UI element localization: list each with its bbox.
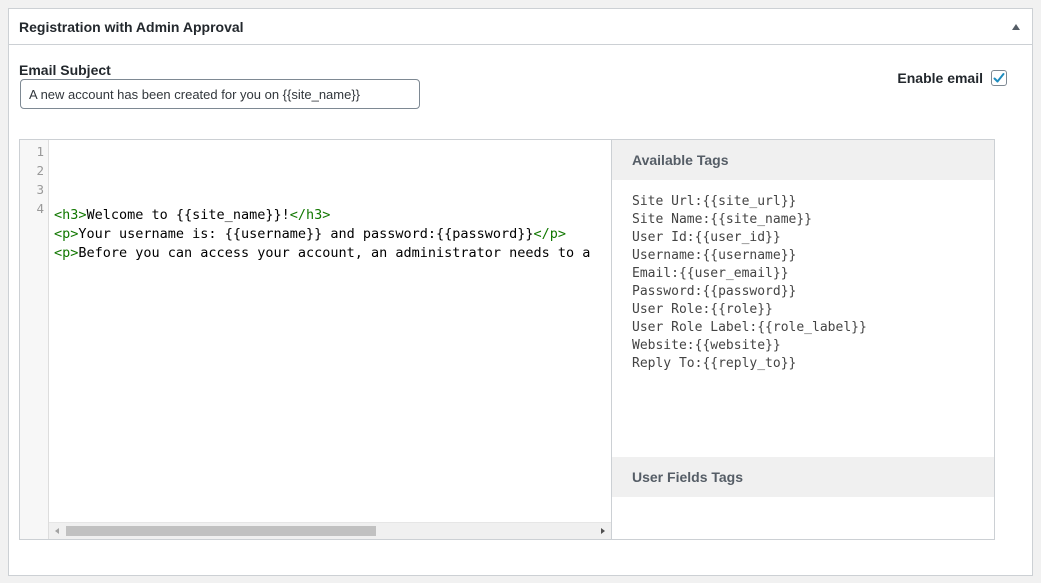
code-line: <h3>Welcome to {{site_name}}!</h3> (54, 206, 611, 225)
code-line: <p>Your username is: {{username}} and pa… (54, 225, 611, 244)
tag-item[interactable]: Username:{{username}} (632, 247, 994, 265)
html-tag-token: </p> (533, 226, 567, 242)
email-subject-input[interactable] (20, 79, 420, 109)
html-tag-token: <h3> (54, 207, 87, 223)
panel-title: Registration with Admin Approval (19, 18, 244, 35)
tag-item[interactable]: Site Name:{{site_name}} (632, 211, 994, 229)
scroll-right-icon[interactable] (601, 528, 605, 534)
user-fields-tags-header[interactable]: User Fields Tags (612, 457, 994, 497)
code-content[interactable]: <h3>Welcome to {{site_name}}!</h3> <p>You… (54, 140, 611, 314)
tag-item[interactable]: User Role:{{role}} (632, 301, 994, 319)
text-token: Welcome to {{site_name}}! (86, 207, 290, 223)
available-tags-header[interactable]: Available Tags (612, 140, 994, 180)
scroll-left-icon[interactable] (55, 528, 59, 534)
panel-header[interactable]: Registration with Admin Approval (9, 9, 1032, 45)
line-number: 2 (36, 163, 44, 178)
text-token: Before you can access your account, an a… (78, 245, 591, 261)
tag-item[interactable]: User Role Label:{{role_label}} (632, 319, 994, 337)
line-number-gutter: 1 2 3 4 (20, 140, 49, 539)
html-tag-token: <p> (54, 245, 79, 261)
code-editor[interactable]: 1234 <h3>Welcome to {{site_name}}!</h3> <… (20, 140, 612, 539)
scrollbar-thumb[interactable] (66, 526, 376, 536)
tag-item[interactable]: Website:{{website}} (632, 337, 994, 355)
available-tags-list: Site Url:{{site_url}} Site Name:{{site_na… (612, 180, 994, 373)
tag-item[interactable]: User Id:{{user_id}} (632, 229, 994, 247)
tag-item[interactable]: Password:{{password}} (632, 283, 994, 301)
html-tag-token: <p> (54, 226, 79, 242)
code-line: <p>Before you can access your account, a… (54, 244, 611, 263)
email-editor-area: 1234 <h3>Welcome to {{site_name}}!</h3> <… (19, 139, 995, 540)
tag-item[interactable]: Reply To:{{reply_to}} (632, 355, 994, 373)
horizontal-scrollbar[interactable] (49, 522, 611, 539)
tag-item[interactable]: Site Url:{{site_url}} (632, 193, 994, 211)
tag-item[interactable]: Email:{{user_email}} (632, 265, 994, 283)
collapse-toggle-icon[interactable] (1012, 23, 1020, 30)
line-number: 4 (36, 201, 44, 216)
enable-email-control[interactable]: Enable email (897, 70, 1007, 86)
tags-panel: Available Tags Site Url:{{site_url}} Site… (612, 140, 994, 539)
checkmark-icon (993, 73, 1005, 83)
enable-email-label: Enable email (897, 70, 983, 86)
email-subject-label: Email Subject (19, 62, 111, 78)
text-token: Your username is: {{username}} and passw… (78, 226, 534, 242)
line-number: 3 (36, 182, 44, 197)
line-number: 1 (36, 144, 44, 159)
html-tag-token: </h3> (289, 207, 331, 223)
enable-email-checkbox[interactable] (991, 70, 1007, 86)
